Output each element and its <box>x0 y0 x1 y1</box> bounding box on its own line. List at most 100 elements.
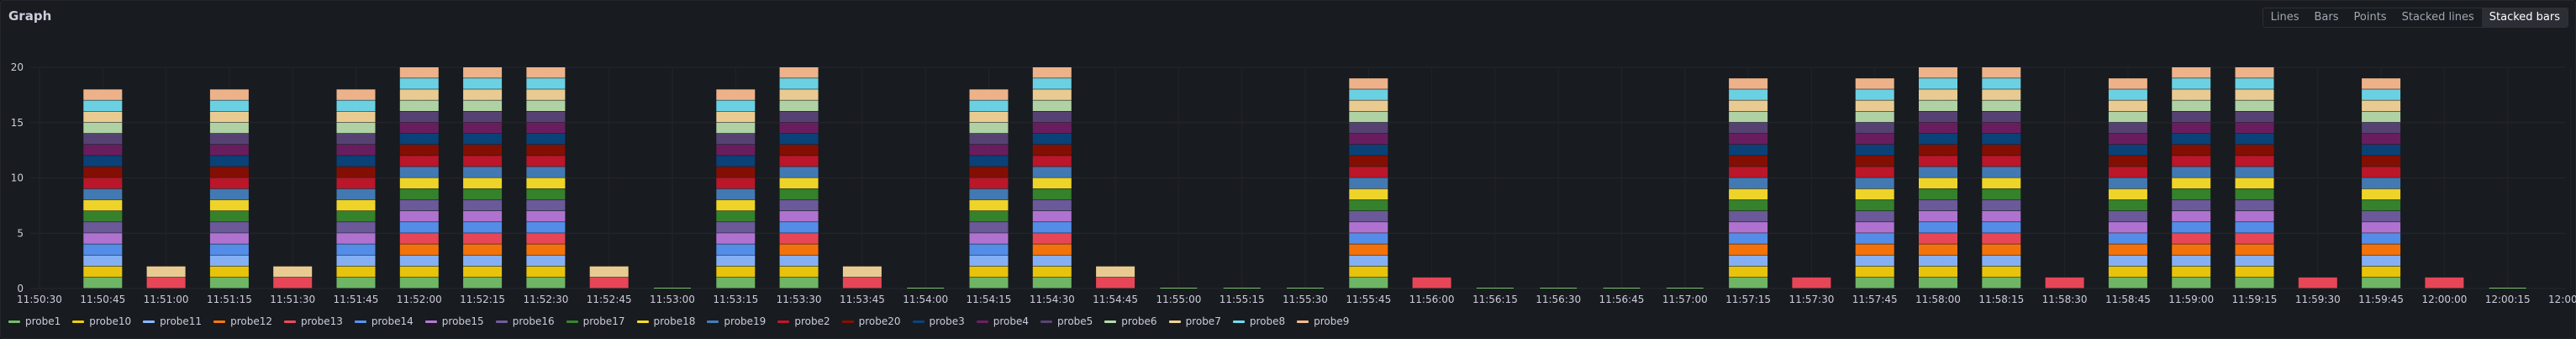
bar-segment-probe1[interactable] <box>969 277 1009 289</box>
bar-segment-probe19[interactable] <box>2108 177 2147 189</box>
bar-segment-probe15[interactable] <box>1919 210 1957 222</box>
bar-segment-probe12[interactable] <box>1349 244 1388 255</box>
bar-segment-probe3[interactable] <box>2362 145 2401 156</box>
bar-segment-probe3[interactable] <box>526 133 566 145</box>
bar-segment-probe15[interactable] <box>2108 222 2147 233</box>
bar-segment-probe8[interactable] <box>209 100 249 111</box>
bar-segment-probe7[interactable] <box>1919 89 1957 100</box>
bar-segment-probe18[interactable] <box>526 177 566 189</box>
bar-segment-probe2[interactable] <box>336 177 376 189</box>
bar-segment-probe16[interactable] <box>526 199 566 211</box>
legend-item-probe7[interactable]: probe7 <box>1168 314 1221 329</box>
legend-item-probe16[interactable]: probe16 <box>495 314 555 329</box>
bar-segment-probe6[interactable] <box>1729 111 1768 123</box>
bar-segment-probe7[interactable] <box>969 111 1009 123</box>
bar-segment-probe12[interactable] <box>399 244 439 255</box>
bar-segment-probe14[interactable] <box>1919 222 1957 233</box>
bar-segment-probe3[interactable] <box>1032 133 1072 145</box>
bar-segment-probe10[interactable] <box>209 266 249 278</box>
bar-segment-probe10[interactable] <box>969 266 1009 278</box>
bar-segment-probe8[interactable] <box>2108 89 2147 100</box>
legend-item-probe14[interactable]: probe14 <box>354 314 414 329</box>
bar-segment-probe8[interactable] <box>83 100 123 111</box>
bar-segment-probe10[interactable] <box>1032 266 1072 278</box>
bar-segment-probe8[interactable] <box>2235 78 2274 89</box>
bar-segment-probe7[interactable] <box>336 111 376 123</box>
legend-item-probe19[interactable]: probe19 <box>707 314 766 329</box>
bar-segment-probe6[interactable] <box>1919 100 1957 111</box>
bar-segment-probe7[interactable] <box>1855 100 1894 111</box>
bar-segment-probe4[interactable] <box>779 122 819 134</box>
legend-item-probe4[interactable]: probe4 <box>976 314 1029 329</box>
bar-segment-probe6[interactable] <box>336 122 376 134</box>
bar-segment-probe18[interactable] <box>1919 177 1957 189</box>
bar-segment-probe12[interactable] <box>1032 244 1072 255</box>
bar-segment-probe5[interactable] <box>1982 111 2021 123</box>
bar-segment-probe11[interactable] <box>1855 255 1894 267</box>
bar-segment-probe18[interactable] <box>1982 177 2021 189</box>
bar-segment-probe20[interactable] <box>1729 156 1768 167</box>
bar-segment-probe19[interactable] <box>969 188 1009 200</box>
bar-segment-probe1[interactable] <box>2362 277 2401 289</box>
bar-segment-probe7[interactable] <box>1982 89 2021 100</box>
bar-segment-probe10[interactable] <box>399 266 439 278</box>
bar-segment-probe5[interactable] <box>336 133 376 145</box>
bar-segment-probe17[interactable] <box>1855 199 1894 211</box>
bar-segment-probe18[interactable] <box>2172 177 2211 189</box>
bar-segment-probe16[interactable] <box>1729 210 1768 222</box>
bar-segment-probe19[interactable] <box>2172 167 2211 177</box>
bar-segment-probe2[interactable] <box>83 177 123 189</box>
bar-segment-probe11[interactable] <box>2235 255 2274 267</box>
bar-segment-probe8[interactable] <box>336 100 376 111</box>
bar-segment-probe6[interactable] <box>1982 100 2021 111</box>
bar-segment-probe1[interactable] <box>463 277 503 289</box>
bar-segment-probe9[interactable] <box>1032 67 1072 78</box>
bar-segment-probe3[interactable] <box>1855 145 1894 156</box>
bar-segment-probe17[interactable] <box>716 210 756 222</box>
bar-segment-probe1[interactable] <box>209 277 249 289</box>
bar-segment-probe11[interactable] <box>209 255 249 267</box>
bar-segment-probe14[interactable] <box>336 244 376 255</box>
bar-segment-probe16[interactable] <box>1032 199 1072 211</box>
bar-segment-probe18[interactable] <box>1855 188 1894 200</box>
bar-segment-probe1[interactable] <box>83 277 123 289</box>
bar-segment-probe14[interactable] <box>779 222 819 233</box>
bar-segment-probe1[interactable] <box>1855 277 1894 289</box>
bar-segment-probe15[interactable] <box>1855 222 1894 233</box>
bar-segment-probe20[interactable] <box>1032 145 1072 156</box>
bar-segment-probe10[interactable] <box>526 266 566 278</box>
bar-segment-probe12[interactable] <box>1855 244 1894 255</box>
bar-segment-probe16[interactable] <box>1349 210 1388 222</box>
bar-segment-probe20[interactable] <box>1855 156 1894 167</box>
bar-segment-probe16[interactable] <box>399 199 439 211</box>
bar-segment-probe18[interactable] <box>1349 188 1388 200</box>
bar-segment-probe18[interactable] <box>716 199 756 211</box>
bar-segment-probe19[interactable] <box>2235 167 2274 177</box>
bar-segment-probe19[interactable] <box>336 188 376 200</box>
bar-segment-probe15[interactable] <box>1982 210 2021 222</box>
bar-segment-probe1[interactable] <box>399 277 439 289</box>
bar-segment-probe8[interactable] <box>1855 89 1894 100</box>
bar-segment-probe3[interactable] <box>969 156 1009 167</box>
bar-segment-probe7[interactable] <box>842 266 882 278</box>
bar-segment-probe11[interactable] <box>1982 255 2021 267</box>
bar-segment-probe4[interactable] <box>2172 122 2211 134</box>
bar-segment-probe6[interactable] <box>1855 111 1894 123</box>
bar-segment-probe4[interactable] <box>526 122 566 134</box>
bar-segment-probe14[interactable] <box>2172 222 2211 233</box>
bar-segment-probe1[interactable] <box>1032 277 1072 289</box>
bar-segment-probe11[interactable] <box>1349 255 1388 267</box>
bar-segment-probe4[interactable] <box>209 145 249 156</box>
bar-segment-probe6[interactable] <box>2108 111 2147 123</box>
bar-segment-probe2[interactable] <box>1919 156 1957 167</box>
bar-segment-probe6[interactable] <box>83 122 123 134</box>
bar-segment-probe15[interactable] <box>1729 222 1768 233</box>
bar-segment-probe4[interactable] <box>716 145 756 156</box>
bar-segment-probe1[interactable] <box>526 277 566 289</box>
bar-segment-probe2[interactable] <box>399 156 439 167</box>
bar-segment-probe10[interactable] <box>2235 266 2274 278</box>
bar-segment-probe15[interactable] <box>336 233 376 244</box>
bar-segment-probe5[interactable] <box>463 111 503 123</box>
bar-segment-probe6[interactable] <box>399 100 439 111</box>
bar-segment-probe3[interactable] <box>336 156 376 167</box>
